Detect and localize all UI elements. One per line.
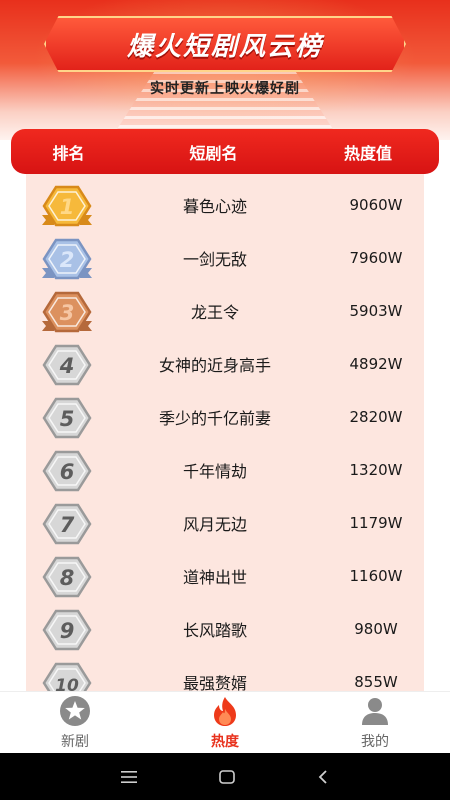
table-row[interactable]: 5 季少的千亿前妻 2820W	[26, 390, 424, 443]
home-icon[interactable]	[218, 769, 236, 785]
drama-name[interactable]: 风月无边	[126, 511, 304, 535]
page-title: 爆火短剧风云榜	[126, 31, 323, 62]
rank-medal-icon: 3	[42, 291, 92, 333]
table-row[interactable]: 1 暮色心迹 9060W	[26, 178, 424, 231]
tab-label: 我的	[361, 733, 389, 750]
heat-value: 7960W	[349, 248, 403, 267]
user-icon	[362, 697, 388, 725]
table-row[interactable]: 7 风月无边 1179W	[26, 496, 424, 549]
tab-heat[interactable]: 热度	[150, 692, 300, 753]
title-banner: 爆火短剧风云榜	[44, 16, 406, 72]
heat-value: 1179W	[349, 513, 403, 532]
page-subtitle: 实时更新上映火爆好剧	[150, 81, 300, 97]
rank-medal-icon: 9	[42, 609, 92, 651]
header-heat: 热度值	[343, 143, 392, 163]
drama-name[interactable]: 长风踏歌	[126, 617, 304, 641]
table-row[interactable]: 10 最强赘婿 855W	[26, 655, 424, 691]
heat-value: 2820W	[349, 407, 403, 426]
rank-medal-icon: 4	[42, 344, 92, 386]
table-header: 排名 短剧名 热度值	[11, 129, 439, 174]
drama-name[interactable]: 最强赘婿	[126, 670, 304, 692]
drama-name[interactable]: 一剑无敌	[126, 246, 304, 270]
rank-medal-icon: 10	[42, 662, 92, 691]
rank-number: 3	[60, 301, 75, 325]
table-row[interactable]: 9 长风踏歌 980W	[26, 602, 424, 655]
table-row[interactable]: 2 一剑无敌 7960W	[26, 231, 424, 284]
ranking-list[interactable]: 1 暮色心迹 9060W 2 一剑无敌 7960W 3 龙王令 5903W 4 女神的近身高手 489…	[26, 174, 424, 691]
system-navigation-bar	[0, 753, 450, 800]
rank-medal-icon: 7	[42, 503, 92, 545]
bottom-tabbar: 新剧 热度 我的	[0, 691, 450, 753]
heat-value: 855W	[354, 672, 398, 691]
drama-name[interactable]: 道神出世	[126, 564, 304, 588]
drama-name[interactable]: 女神的近身高手	[126, 352, 304, 376]
drama-name[interactable]: 暮色心迹	[126, 193, 304, 217]
heat-value: 1320W	[349, 460, 403, 479]
rank-medal-icon: 1	[42, 185, 92, 227]
heat-value: 5903W	[349, 301, 403, 320]
tab-label: 新剧	[61, 733, 89, 750]
rank-number: 10	[55, 676, 79, 691]
rank-medal-icon: 5	[42, 397, 92, 439]
heat-value: 9060W	[349, 195, 403, 214]
header-name: 短剧名	[189, 143, 238, 163]
table-row[interactable]: 3 龙王令 5903W	[26, 284, 424, 337]
rank-number: 7	[60, 513, 75, 537]
heat-value: 4892W	[349, 354, 403, 373]
rank-number: 1	[60, 195, 75, 219]
rank-number: 8	[60, 566, 75, 590]
drama-name[interactable]: 季少的千亿前妻	[126, 405, 304, 429]
table-row[interactable]: 4 女神的近身高手 4892W	[26, 337, 424, 390]
back-icon[interactable]	[316, 769, 330, 785]
heat-value: 980W	[354, 619, 398, 638]
rank-number: 4	[59, 354, 75, 378]
rank-medal-icon: 6	[42, 450, 92, 492]
rank-number: 9	[60, 619, 75, 643]
drama-name[interactable]: 龙王令	[126, 299, 304, 323]
menu-icon[interactable]	[120, 770, 138, 784]
tab-mine[interactable]: 我的	[300, 692, 450, 753]
rank-medal-icon: 2	[42, 238, 92, 280]
tab-new-drama[interactable]: 新剧	[0, 692, 150, 753]
table-row[interactable]: 8 道神出世 1160W	[26, 549, 424, 602]
rank-number: 5	[60, 407, 75, 431]
drama-name[interactable]: 千年情劫	[126, 458, 304, 482]
header-rank: 排名	[52, 143, 85, 163]
tab-label: 热度	[211, 733, 239, 750]
star-icon	[60, 695, 90, 726]
rank-number: 2	[60, 248, 75, 272]
flame-icon	[214, 696, 236, 726]
rank-medal-icon: 8	[42, 556, 92, 598]
table-row[interactable]: 6 千年情劫 1320W	[26, 443, 424, 496]
heat-value: 1160W	[349, 566, 403, 585]
rank-number: 6	[60, 460, 75, 484]
